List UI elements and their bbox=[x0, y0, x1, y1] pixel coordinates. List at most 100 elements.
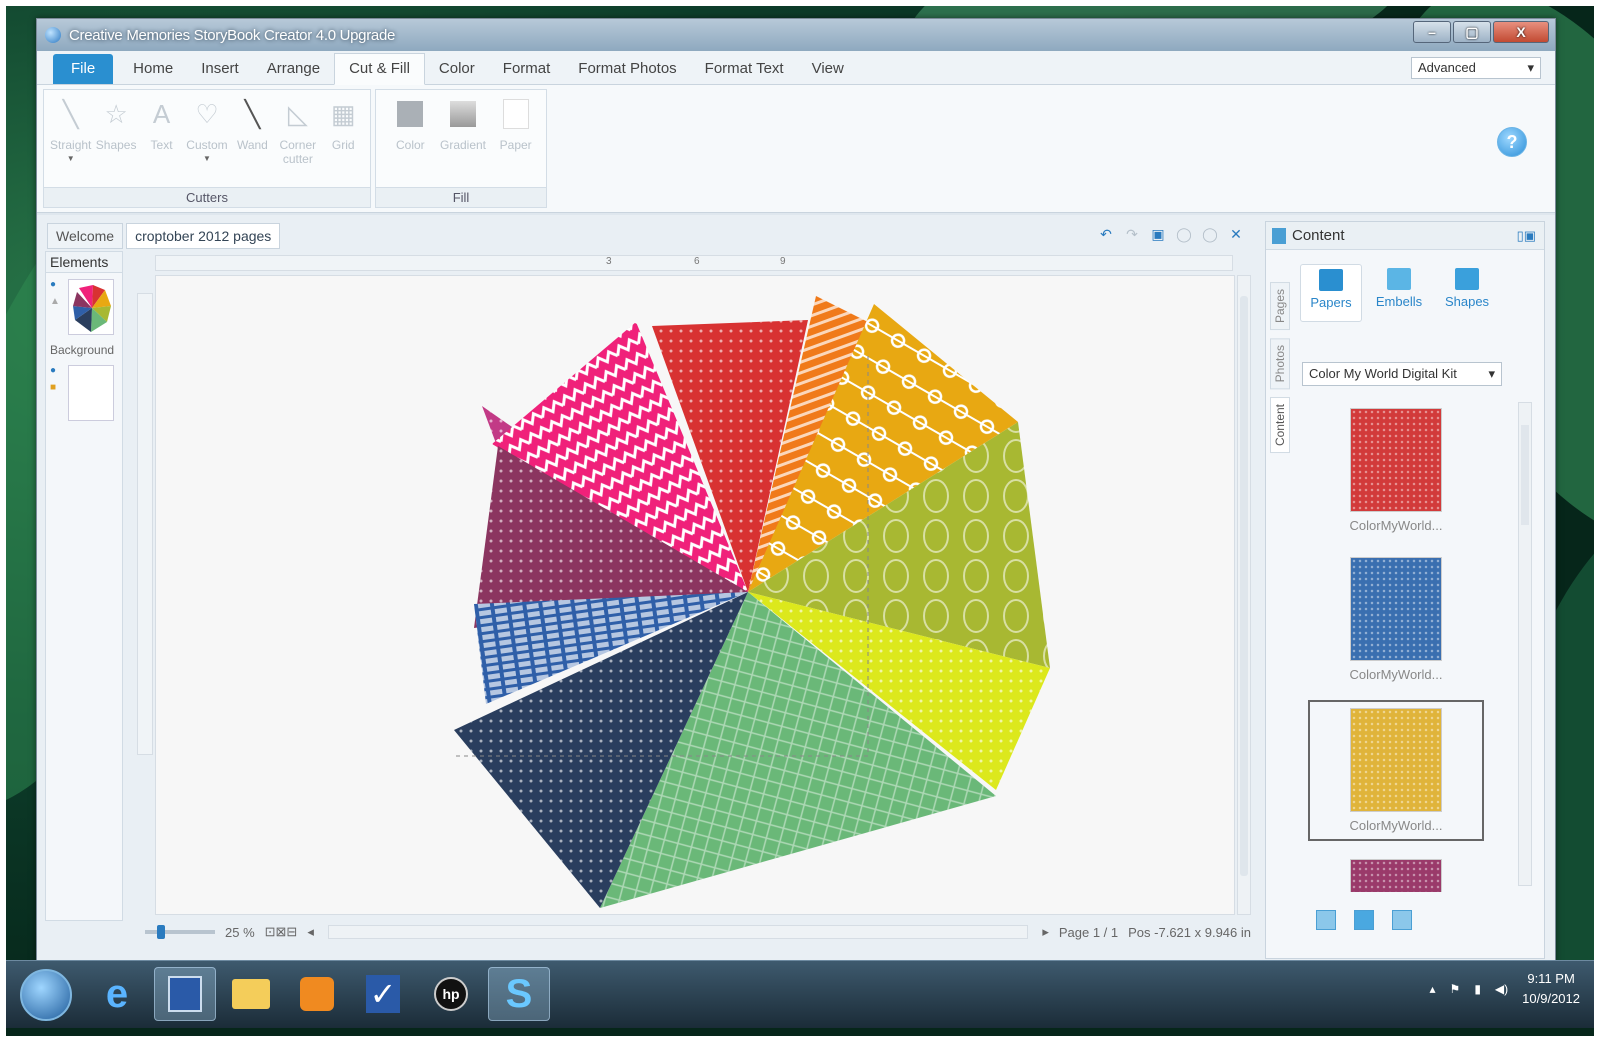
lock-icon[interactable]: ■ bbox=[50, 382, 64, 393]
chevron-down-icon: ▾ bbox=[1527, 60, 1534, 75]
straight-cutter-button[interactable]: ╲ Straight ▼ bbox=[48, 96, 93, 187]
help-icon[interactable]: ? bbox=[1497, 127, 1527, 157]
tab-insert[interactable]: Insert bbox=[187, 54, 253, 84]
category-embells[interactable]: Embells bbox=[1368, 264, 1430, 322]
tool-label: Wand bbox=[236, 138, 268, 152]
tab-arrange[interactable]: Arrange bbox=[253, 54, 334, 84]
zoom-slider[interactable] bbox=[145, 925, 215, 939]
side-tab-pages[interactable]: Pages bbox=[1270, 282, 1290, 331]
dropdown-arrow-icon[interactable]: ▼ bbox=[203, 152, 211, 166]
large-thumbnails-icon[interactable] bbox=[1392, 910, 1412, 930]
system-tray: ▴ ⚑ ▮ ◀) 9:11 PM 10/9/2012 bbox=[1430, 969, 1580, 1009]
paper-fill-button[interactable]: Paper bbox=[489, 96, 542, 187]
category-shapes[interactable]: Shapes bbox=[1436, 264, 1498, 322]
side-tab-photos[interactable]: Photos bbox=[1270, 338, 1290, 390]
zoom-out-icon[interactable]: ◯ bbox=[1201, 225, 1219, 243]
checkmark-app-icon[interactable]: ✓ bbox=[352, 967, 414, 1021]
color-fill-button[interactable]: Color bbox=[384, 96, 437, 187]
zoom-slider-knob[interactable] bbox=[157, 925, 165, 939]
dropdown-arrow-icon[interactable]: ▼ bbox=[67, 152, 75, 166]
show-hidden-icons-icon[interactable]: ▴ bbox=[1430, 982, 1436, 996]
media-player-icon[interactable] bbox=[286, 967, 348, 1021]
wand-cutter-button[interactable]: ╲ Wand bbox=[230, 96, 275, 187]
grid-cutter-button[interactable]: ▦ Grid bbox=[321, 96, 366, 187]
custom-cutter-button[interactable]: ♡ Custom ▼ bbox=[184, 96, 229, 187]
paper-thumbnail-item[interactable] bbox=[1308, 853, 1484, 892]
paper-thumbnail-item[interactable]: ColorMyWorld... bbox=[1308, 402, 1484, 539]
tab-color[interactable]: Color bbox=[425, 54, 489, 84]
tab-cut-fill[interactable]: Cut & Fill bbox=[334, 53, 425, 85]
tab-file[interactable]: File bbox=[53, 54, 114, 84]
folder-icon[interactable] bbox=[220, 967, 282, 1021]
tab-format-text[interactable]: Format Text bbox=[691, 54, 798, 84]
paper-icon bbox=[500, 96, 532, 132]
shapes-cutter-button[interactable]: ☆ Shapes bbox=[93, 96, 138, 187]
internet-explorer-icon[interactable]: e bbox=[86, 967, 148, 1021]
background-thumbnail[interactable] bbox=[68, 365, 114, 421]
medium-thumbnails-icon[interactable] bbox=[1354, 910, 1374, 930]
scrollbar-thumb[interactable] bbox=[1240, 296, 1248, 876]
tab-croptober-pages[interactable]: croptober 2012 pages bbox=[126, 223, 281, 249]
page-indicator: Page 1 / 1 bbox=[1058, 924, 1119, 940]
volume-icon[interactable]: ◀) bbox=[1495, 982, 1508, 996]
grid-icon: ▦ bbox=[330, 99, 356, 129]
hp-icon[interactable]: hp bbox=[420, 967, 482, 1021]
paper-list-scrollbar[interactable] bbox=[1518, 402, 1532, 886]
tab-home[interactable]: Home bbox=[119, 54, 187, 84]
undo-icon[interactable]: ↶ bbox=[1097, 225, 1115, 243]
element-thumbnail[interactable] bbox=[68, 279, 114, 335]
save-icon[interactable]: ▣ bbox=[1149, 225, 1167, 243]
flag-icon[interactable]: ⚑ bbox=[1450, 982, 1461, 996]
tab-welcome[interactable]: Welcome bbox=[47, 223, 124, 249]
zoom-level: 25 % bbox=[225, 924, 255, 940]
desktop-background: Creative Memories StoryBook Creator 4.0 … bbox=[6, 6, 1594, 1036]
corner-cutter-button[interactable]: ◺ Corner cutter bbox=[275, 96, 320, 187]
zoom-in-icon[interactable]: ◯ bbox=[1175, 225, 1193, 243]
paper-thumbnail-item[interactable]: ColorMyWorld... bbox=[1308, 551, 1484, 688]
clock[interactable]: 9:11 PM 10/9/2012 bbox=[1522, 969, 1580, 1009]
battery-icon[interactable]: ▮ bbox=[1474, 982, 1481, 996]
minimize-button[interactable]: – bbox=[1413, 21, 1451, 43]
redo-icon[interactable]: ↷ bbox=[1123, 225, 1141, 243]
visibility-icon[interactable]: ● bbox=[50, 279, 64, 290]
lock-icon[interactable]: ▲ bbox=[50, 296, 64, 307]
canvas-vertical-scrollbar[interactable] bbox=[1237, 275, 1251, 915]
text-cutter-button[interactable]: A Text bbox=[139, 96, 184, 187]
category-papers[interactable]: Papers bbox=[1300, 264, 1362, 322]
category-label: Embells bbox=[1375, 294, 1423, 309]
ribbon-panel: ╲ Straight ▼ ☆ Shapes A Text ♡ Custom ▼ … bbox=[37, 85, 1555, 213]
group-label-cutters: Cutters bbox=[44, 187, 370, 207]
tab-view[interactable]: View bbox=[798, 54, 858, 84]
title-bar[interactable]: Creative Memories StoryBook Creator 4.0 … bbox=[37, 19, 1555, 51]
tab-format[interactable]: Format bbox=[489, 54, 565, 84]
word-icon[interactable] bbox=[154, 967, 216, 1021]
gradient-fill-button[interactable]: Gradient bbox=[437, 96, 490, 187]
content-icon bbox=[1272, 227, 1286, 244]
category-row: Papers Embells Shapes bbox=[1300, 264, 1498, 322]
close-button[interactable]: X bbox=[1493, 21, 1549, 43]
mode-dropdown[interactable]: Advanced ▾ bbox=[1411, 57, 1541, 79]
paper-swatch bbox=[1350, 708, 1442, 812]
scrollbar-thumb[interactable] bbox=[1521, 425, 1529, 525]
close-document-icon[interactable]: ✕ bbox=[1227, 225, 1245, 243]
scroll-right-icon[interactable]: ▸ bbox=[1042, 924, 1049, 940]
tab-format-photos[interactable]: Format Photos bbox=[564, 54, 690, 84]
scroll-left-icon[interactable]: ◂ bbox=[307, 924, 314, 940]
paper-thumbnail-item[interactable]: ColorMyWorld... bbox=[1308, 700, 1484, 841]
small-thumbnails-icon[interactable] bbox=[1316, 910, 1336, 930]
window-title: Creative Memories StoryBook Creator 4.0 … bbox=[69, 26, 396, 44]
maximize-button[interactable]: ▢ bbox=[1453, 21, 1491, 43]
page-canvas[interactable] bbox=[155, 275, 1235, 915]
pin-icon[interactable]: ▯▣ bbox=[1517, 228, 1536, 244]
background-label: Background bbox=[50, 343, 115, 357]
side-tab-content[interactable]: Content bbox=[1270, 397, 1290, 454]
storybook-creator-icon[interactable]: S bbox=[488, 967, 550, 1021]
group-label-fill: Fill bbox=[376, 187, 546, 207]
visibility-icon[interactable]: ● bbox=[50, 365, 64, 376]
paper-fan-artwork[interactable] bbox=[156, 276, 1235, 915]
fit-page-icon[interactable]: ⊡⊠⊟ bbox=[265, 924, 298, 940]
tool-label: Shapes bbox=[95, 138, 137, 152]
kit-dropdown[interactable]: Color My World Digital Kit ▾ bbox=[1302, 362, 1502, 386]
canvas-horizontal-scrollbar[interactable] bbox=[327, 925, 1029, 939]
start-button[interactable] bbox=[20, 969, 72, 1021]
